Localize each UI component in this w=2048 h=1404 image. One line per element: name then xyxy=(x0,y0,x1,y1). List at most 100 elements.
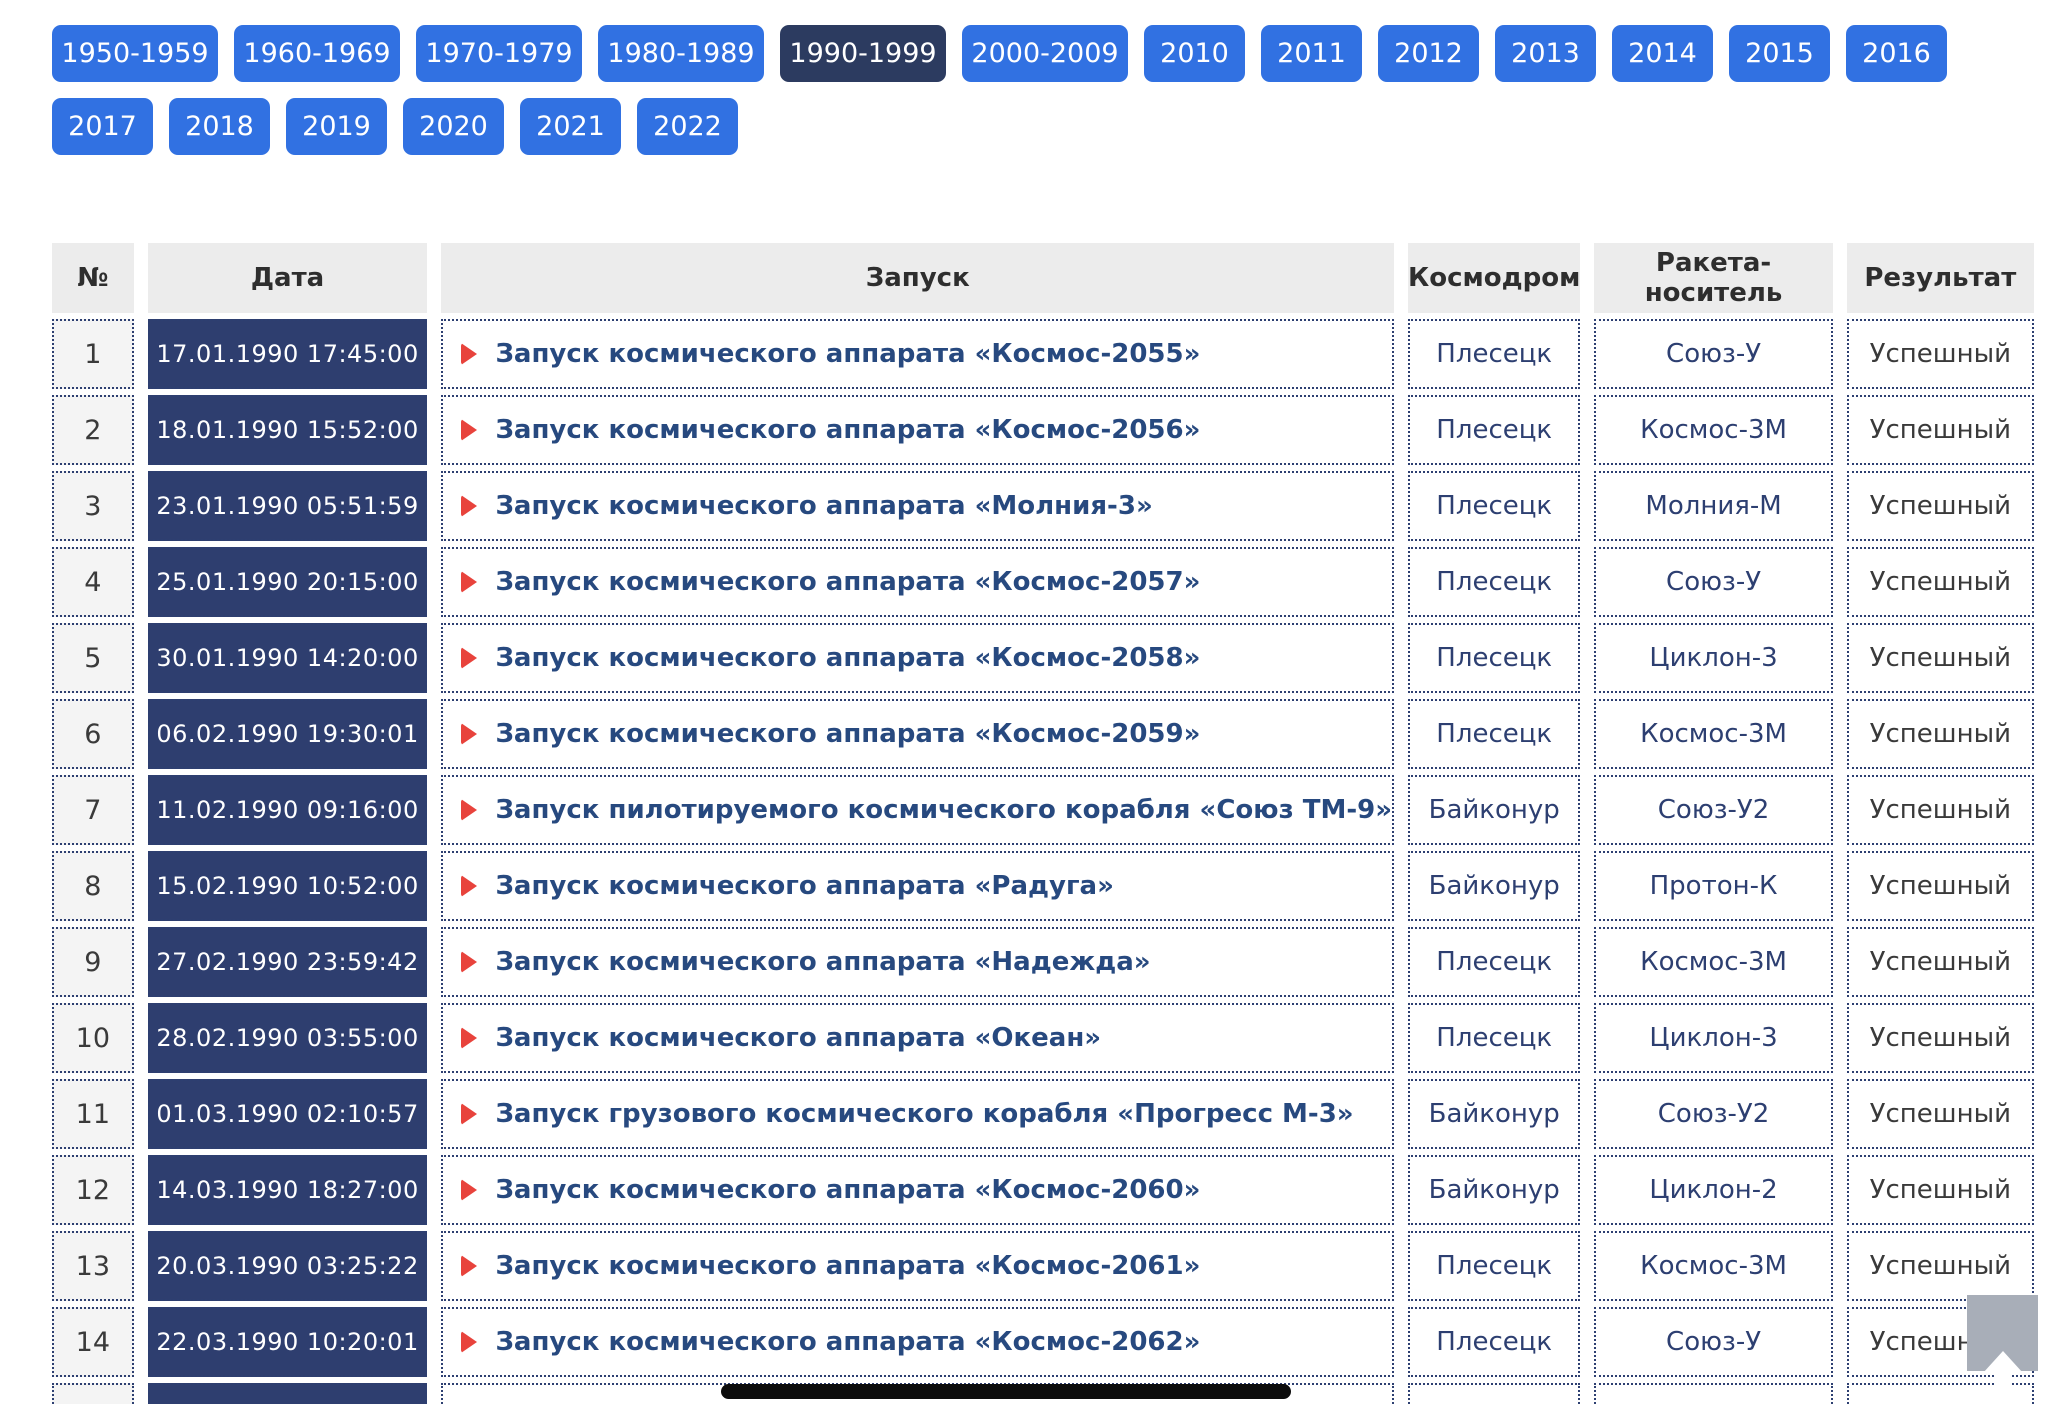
cosmodrome-cell: Плесецк xyxy=(1408,547,1581,617)
year-filter-button-1950-1959[interactable]: 1950-1959 xyxy=(52,25,218,82)
red-triangle-icon xyxy=(461,875,478,897)
rocket-cell: Союз-У xyxy=(1594,319,1833,389)
red-triangle-icon xyxy=(461,1179,478,1201)
rocket-cell: Космос-3М xyxy=(1594,1231,1833,1301)
red-triangle-icon xyxy=(461,1255,478,1277)
launch-cell: Запуск грузового космического корабля «П… xyxy=(441,1079,1395,1149)
date-cell: 30.01.1990 14:20:00 xyxy=(147,623,428,693)
result-cell: Успешный xyxy=(1846,927,2034,997)
launches-table-body: 1 17.01.1990 17:45:00 Запуск космического … xyxy=(52,319,2034,1404)
row-number-cell: 2 xyxy=(52,395,134,465)
year-filter-button-2018[interactable]: 2018 xyxy=(169,98,270,155)
result-cell: Успешный xyxy=(1846,1003,2034,1073)
year-filter-button-2022[interactable]: 2022 xyxy=(637,98,738,155)
year-filter-button-1970-1979[interactable]: 1970-1979 xyxy=(416,25,582,82)
result-cell: Успешный xyxy=(1846,699,2034,769)
launch-link[interactable]: Запуск космического аппарата «Космос-205… xyxy=(495,567,1200,597)
result-cell: Успешный xyxy=(1846,547,2034,617)
year-filter-button-2016[interactable]: 2016 xyxy=(1846,25,1947,82)
year-filter-button-2012[interactable]: 2012 xyxy=(1378,25,1479,82)
red-triangle-icon xyxy=(461,951,478,973)
rocket-cell: Космос-3М xyxy=(1594,395,1833,465)
year-filter-button-2021[interactable]: 2021 xyxy=(520,98,621,155)
rocket-cell: Космос-3М xyxy=(1594,927,1833,997)
header-date: Дата xyxy=(147,243,428,313)
table-row: 14 22.03.1990 10:20:01 Запуск космического… xyxy=(52,1307,2034,1377)
launch-link[interactable]: Запуск космического аппарата «Надежда» xyxy=(495,947,1150,977)
cosmodrome-cell: Плесецк xyxy=(1408,395,1581,465)
launch-link[interactable]: Запуск космического аппарата «Молния-3» xyxy=(495,491,1152,521)
header-launch: Запуск xyxy=(441,243,1395,313)
launch-link[interactable]: Запуск космического аппарата «Космос-206… xyxy=(495,1251,1200,1281)
row-number-cell: 8 xyxy=(52,851,134,921)
date-cell: 23.01.1990 05:51:59 xyxy=(147,471,428,541)
launch-link[interactable]: Запуск космического аппарата «Радуга» xyxy=(495,871,1113,901)
launch-cell: Запуск пилотируемого космического корабл… xyxy=(441,775,1395,845)
cosmodrome-cell: Байконур xyxy=(1408,1155,1581,1225)
cosmodrome-cell: Байконур xyxy=(1408,851,1581,921)
result-cell: Успешный xyxy=(1846,623,2034,693)
date-cell: 22.03.1990 10:20:01 xyxy=(147,1307,428,1377)
launch-link[interactable]: Запуск космического аппарата «Космос-205… xyxy=(495,339,1200,369)
result-cell: Успешный xyxy=(1846,319,2034,389)
year-filter-button-2010[interactable]: 2010 xyxy=(1144,25,1245,82)
year-filter-button-2019[interactable]: 2019 xyxy=(286,98,387,155)
year-filter-button-2013[interactable]: 2013 xyxy=(1495,25,1596,82)
launch-cell: Запуск космического аппарата «Космос-205… xyxy=(441,319,1395,389)
year-filter-button-2015[interactable]: 2015 xyxy=(1729,25,1830,82)
rocket-cell: Союз-У2 xyxy=(1594,775,1833,845)
table-row: 6 06.02.1990 19:30:01 Запуск космического … xyxy=(52,699,2034,769)
red-triangle-icon xyxy=(461,1331,478,1353)
launch-link[interactable]: Запуск космического аппарата «Космос-205… xyxy=(495,415,1200,445)
cosmodrome-cell: Плесецк xyxy=(1408,471,1581,541)
launch-cell: Запуск космического аппарата «Океан» xyxy=(441,1003,1395,1073)
table-row: 13 20.03.1990 03:25:22 Запуск космического… xyxy=(52,1231,2034,1301)
header-row: № Дата Запуск Космодром Ракета-носитель … xyxy=(52,243,2034,313)
result-cell: Успешный xyxy=(1846,775,2034,845)
date-cell: 06.02.1990 19:30:01 xyxy=(147,699,428,769)
launch-link[interactable]: Запуск грузового космического корабля «П… xyxy=(495,1099,1353,1129)
row-number-cell: 6 xyxy=(52,699,134,769)
scroll-to-top-button[interactable] xyxy=(1967,1295,2038,1393)
header-cosmodrome: Космодром xyxy=(1408,243,1581,313)
cosmodrome-cell: Плесецк xyxy=(1408,699,1581,769)
launch-link[interactable]: Запуск космического аппарата «Космос-206… xyxy=(495,1175,1200,1205)
launch-cell: Запуск космического аппарата «Космос-205… xyxy=(441,395,1395,465)
year-filter-button-2011[interactable]: 2011 xyxy=(1261,25,1362,82)
year-filter-button-2014[interactable]: 2014 xyxy=(1612,25,1713,82)
launch-link[interactable]: Запуск космического аппарата «Океан» xyxy=(495,1023,1101,1053)
launch-link[interactable]: Запуск пилотируемого космического корабл… xyxy=(495,795,1392,825)
row-number-cell: 9 xyxy=(52,927,134,997)
rocket-cell: Молния-М xyxy=(1594,471,1833,541)
year-filter-button-2017[interactable]: 2017 xyxy=(52,98,153,155)
result-cell: Успешный xyxy=(1846,471,2034,541)
launch-link[interactable]: Запуск космического аппарата «Космос-205… xyxy=(495,719,1200,749)
result-cell: Успешный xyxy=(1846,851,2034,921)
red-triangle-icon xyxy=(461,343,478,365)
launches-table-head: № Дата Запуск Космодром Ракета-носитель … xyxy=(52,243,2034,313)
row-number-cell: 11 xyxy=(52,1079,134,1149)
result-cell: Успешный xyxy=(1846,395,2034,465)
launch-cell: Запуск космического аппарата «Космос-206… xyxy=(441,1307,1395,1377)
row-number-cell: 10 xyxy=(52,1003,134,1073)
year-filter-button-1960-1969[interactable]: 1960-1969 xyxy=(234,25,400,82)
table-row: 9 27.02.1990 23:59:42 Запуск космического … xyxy=(52,927,2034,997)
table-row: 3 23.01.1990 05:51:59 Запуск космического … xyxy=(52,471,2034,541)
year-filter-button-2020[interactable]: 2020 xyxy=(403,98,504,155)
row-number-cell: 1 xyxy=(52,319,134,389)
red-triangle-icon xyxy=(461,571,478,593)
date-cell: 15.02.1990 10:52:00 xyxy=(147,851,428,921)
launch-link[interactable]: Запуск космического аппарата «Космос-205… xyxy=(495,643,1200,673)
launch-cell: Запуск космического аппарата «Космос-206… xyxy=(441,1231,1395,1301)
table-row: 2 18.01.1990 15:52:00 Запуск космического … xyxy=(52,395,2034,465)
date-cell: 14.03.1990 18:27:00 xyxy=(147,1155,428,1225)
year-filter-button-1980-1989[interactable]: 1980-1989 xyxy=(598,25,764,82)
launch-cell: Запуск космического аппарата «Молния-3» xyxy=(441,471,1395,541)
rocket-cell: Космос-3М xyxy=(1594,699,1833,769)
year-filter-button-1990-1999[interactable]: 1990-1999 xyxy=(780,25,946,82)
year-filter-button-2000-2009[interactable]: 2000-2009 xyxy=(962,25,1128,82)
table-row: 10 28.02.1990 03:55:00 Запуск космического… xyxy=(52,1003,2034,1073)
launch-link[interactable]: Запуск космического аппарата «Космос-206… xyxy=(495,1327,1200,1357)
date-cell: 18.01.1990 15:52:00 xyxy=(147,395,428,465)
table-row: 7 11.02.1990 09:16:00 Запуск пилотируемого… xyxy=(52,775,2034,845)
